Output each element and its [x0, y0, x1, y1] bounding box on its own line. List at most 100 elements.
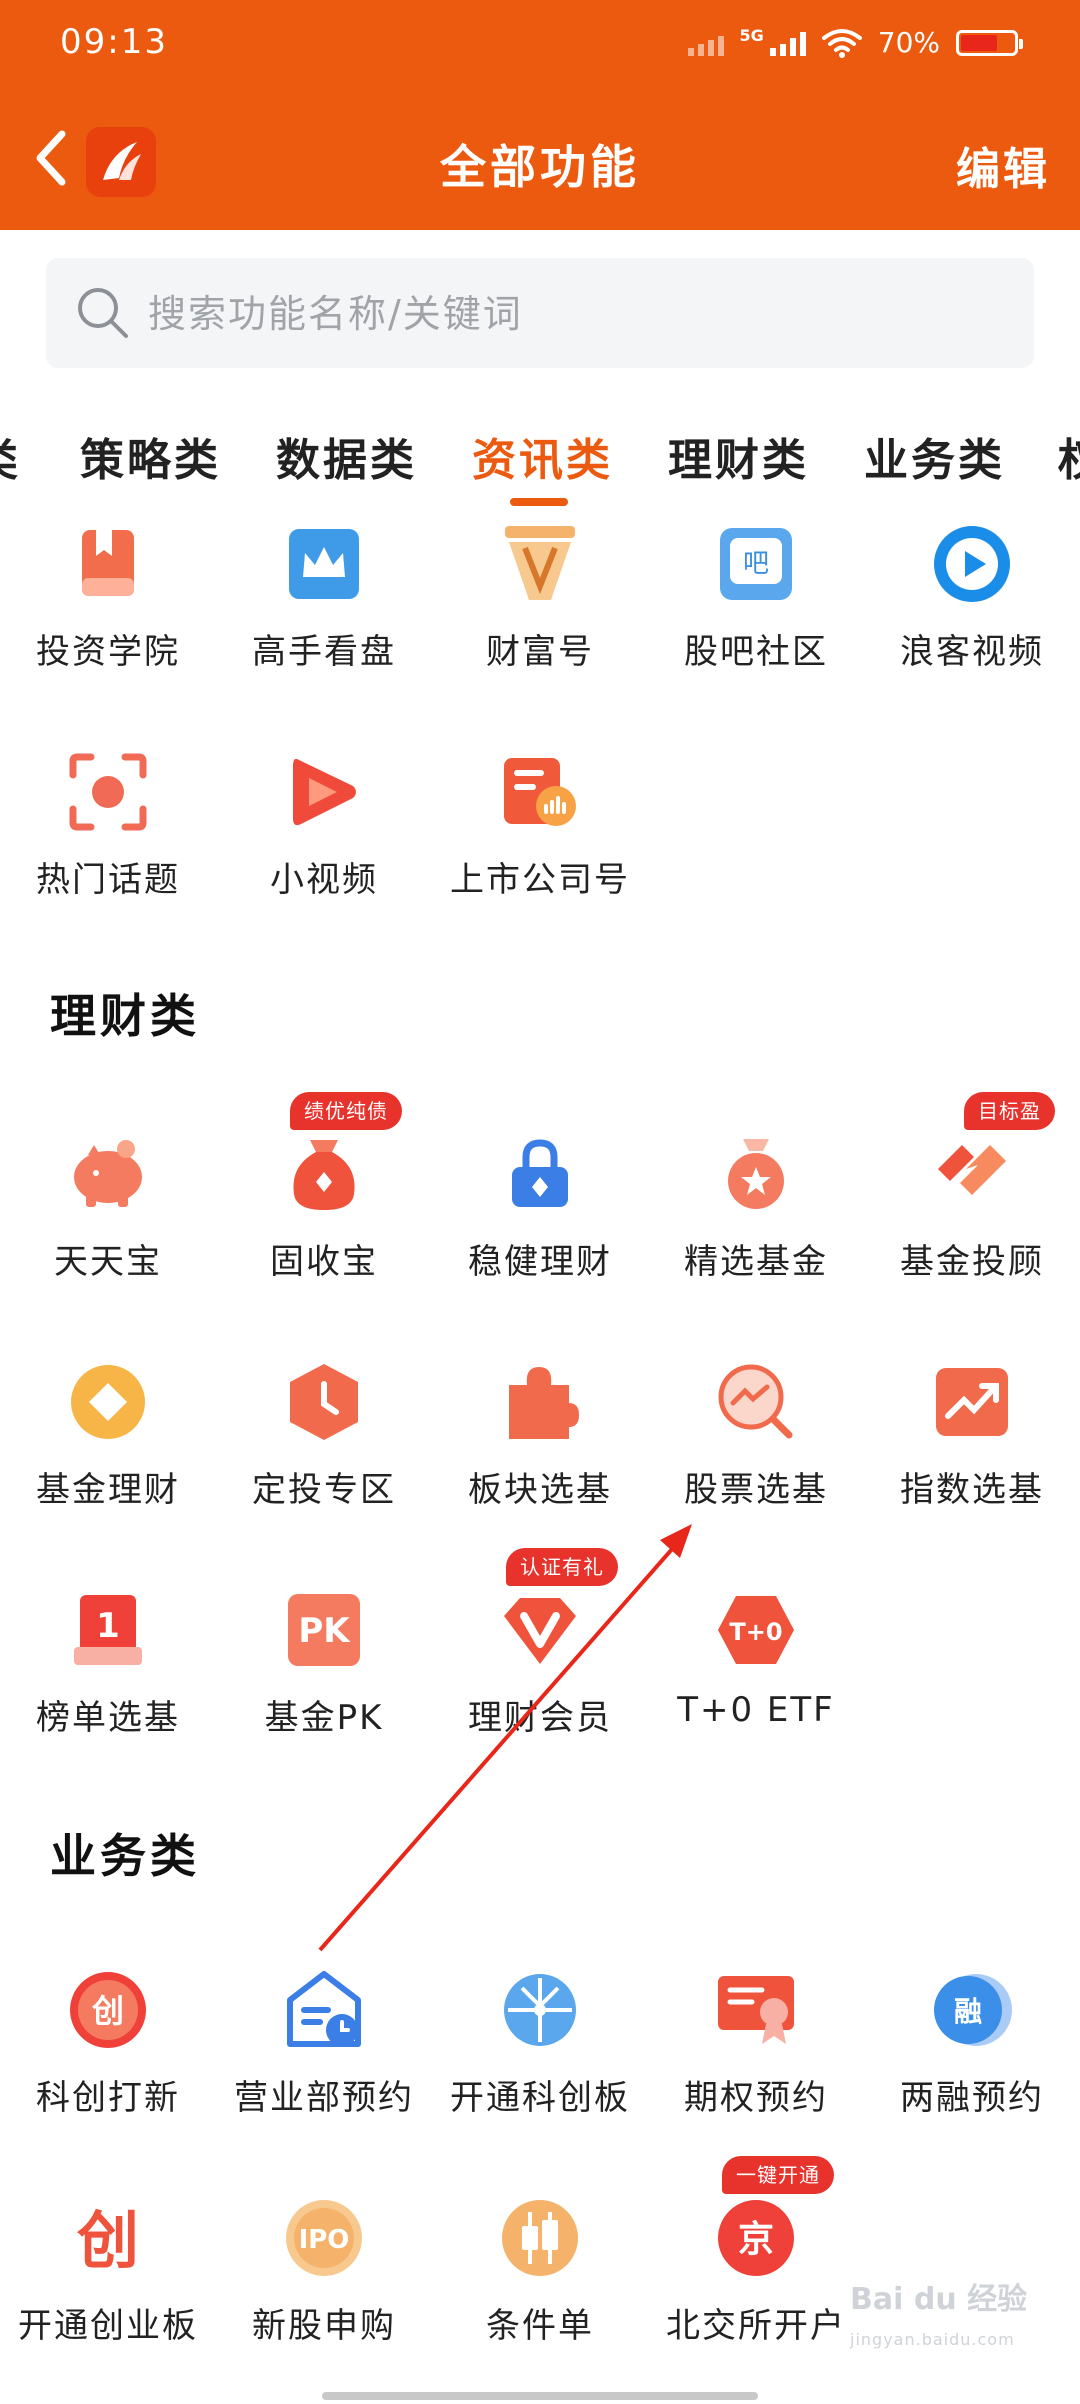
grid-label: 定投专区	[252, 1470, 396, 1510]
grid-label: 浪客视频	[900, 632, 1044, 672]
grid-item-selected-funds[interactable]: 精选基金	[648, 1134, 864, 1334]
grid-item-ranking-funds[interactable]: 1 榜单选基	[0, 1590, 216, 1790]
clock-hexagon-icon	[284, 1362, 364, 1442]
grid-item-margin-booking[interactable]: 融 两融预约	[864, 1970, 1080, 2170]
home-indicator[interactable]	[322, 2392, 758, 2400]
trend-chart-icon	[932, 1362, 1012, 1442]
chuang-text-icon: 创	[68, 2198, 148, 2278]
grid-label: 精选基金	[684, 1242, 828, 1282]
nav-bar: 全部功能 编辑	[0, 95, 1080, 225]
battery-icon	[956, 29, 1023, 56]
grid-item-investment-academy[interactable]: 投资学院	[0, 524, 216, 724]
active-tab-indicator	[510, 498, 568, 506]
grid-item-stock-forum[interactable]: 吧 股吧社区	[648, 524, 864, 724]
grid-item-gushoubao[interactable]: 绩优纯债 固收宝	[216, 1092, 432, 1334]
grid-item-auto-invest[interactable]: 定投专区	[216, 1362, 432, 1562]
tab-data[interactable]: 数据类	[276, 424, 417, 488]
circuit-globe-icon	[500, 1970, 580, 2050]
tab-news[interactable]: 资讯类	[472, 424, 613, 488]
grid-label: 指数选基	[900, 1470, 1044, 1510]
grid-item-fund-pk[interactable]: PK 基金PK	[216, 1590, 432, 1790]
grid-label: 固收宝	[270, 1242, 378, 1282]
grid-item-open-star-market[interactable]: 开通科创板	[432, 1970, 648, 2170]
grid-item-hot-topics[interactable]: 热门话题	[0, 752, 216, 952]
svg-text:创: 创	[91, 1992, 124, 2030]
grid-item-fund-wealth[interactable]: 基金理财	[0, 1362, 216, 1562]
grid-label: 新股申购	[252, 2306, 396, 2346]
search-input[interactable]	[146, 258, 1010, 370]
ba-chat-icon: 吧	[716, 524, 796, 604]
tab-business[interactable]: 业务类	[864, 424, 1005, 488]
grid-item-open-chinext[interactable]: 创 开通创业板	[0, 2198, 216, 2398]
grid-label: 北交所开户	[666, 2306, 846, 2346]
grid-item-langke-video[interactable]: 浪客视频	[864, 524, 1080, 724]
search-bar[interactable]	[46, 258, 1034, 370]
grid-item-branch-booking[interactable]: 营业部预约	[216, 1970, 432, 2170]
vip-diamond-icon	[500, 1590, 580, 1670]
tab-wealth[interactable]: 理财类	[668, 424, 809, 488]
grid-item-new-stock-subscribe[interactable]: IPO 新股申购	[216, 2198, 432, 2398]
grid-label: 营业部预约	[234, 2078, 414, 2118]
grid-label: 板块选基	[468, 1470, 612, 1510]
grid-item-stock-funds[interactable]: 股票选基	[648, 1362, 864, 1562]
signal-strength-icon	[769, 30, 806, 56]
pen-nib-icon	[500, 524, 580, 604]
grid-item-index-funds[interactable]: 指数选基	[864, 1362, 1080, 1562]
grid-item-star-ipo[interactable]: 创 科创打新	[0, 1970, 216, 2170]
rong-circle-icon: 融	[932, 1970, 1012, 2050]
grid-label: 开通科创板	[450, 2078, 630, 2118]
signal-weak-icon	[687, 30, 724, 56]
svg-text:京: 京	[738, 2218, 774, 2260]
status-indicators: 5G 70%	[687, 26, 1023, 59]
grid-label: 投资学院	[36, 632, 180, 672]
grid-item-t0-etf[interactable]: T+0 T+0 ETF	[648, 1590, 864, 1790]
wifi-icon	[821, 28, 862, 58]
tab-strategy[interactable]: 策略类	[80, 424, 221, 488]
grid-label: 高手看盘	[252, 632, 396, 672]
grid-item-listed-company[interactable]: 上市公司号	[432, 752, 648, 952]
promo-badge: 一键开通	[722, 2156, 834, 2194]
grid-item-options-booking[interactable]: 期权预约	[648, 1970, 864, 2170]
grid-label: 开通创业板	[18, 2306, 198, 2346]
grid-label: 上市公司号	[450, 860, 630, 900]
promo-badge: 目标盈	[964, 1092, 1055, 1130]
grid-item-short-video[interactable]: 小视频	[216, 752, 432, 952]
svg-text:IPO: IPO	[299, 2225, 350, 2255]
grid-label: 稳健理财	[468, 1242, 612, 1282]
category-tabs: 类 策略类 数据类 资讯类 理财类 业务类 权	[0, 400, 1080, 510]
svg-text:创: 创	[77, 2204, 139, 2277]
app-header: 09:13 5G 70% 全部功能 编辑	[0, 0, 1080, 230]
grid-item-wealth-member[interactable]: 认证有礼 理财会员	[432, 1548, 648, 1790]
grid-item-sector-funds[interactable]: 板块选基	[432, 1362, 648, 1562]
grid-label: 财富号	[486, 632, 594, 672]
play-triangle-icon	[284, 752, 364, 832]
battery-level	[961, 34, 997, 51]
watermark-sub: jingyan.baidu.com	[850, 2330, 1015, 2349]
grid-item-stable-wealth[interactable]: 稳健理财	[432, 1134, 648, 1334]
grid-label: 基金PK	[264, 1698, 384, 1738]
baidu-watermark: Bai du 经验 jingyan.baidu.com	[850, 2280, 1070, 2380]
jing-circle-icon: 京	[716, 2198, 796, 2278]
grid-item-conditional-order[interactable]: 条件单	[432, 2198, 648, 2398]
grid-item-expert-market[interactable]: 高手看盘	[216, 524, 432, 724]
tab-partial-left[interactable]: 类	[0, 424, 21, 488]
edit-button[interactable]: 编辑	[956, 133, 1050, 197]
medal-star-icon	[716, 1134, 796, 1214]
rank-one-icon: 1	[68, 1590, 148, 1670]
grid-label: 理财会员	[468, 1698, 612, 1738]
grid-item-fund-advisor[interactable]: 目标盈 基金投顾	[864, 1092, 1080, 1334]
grid-label: 热门话题	[36, 860, 180, 900]
promo-badge: 认证有礼	[506, 1548, 618, 1586]
grid-item-tiantianbao[interactable]: 天天宝	[0, 1134, 216, 1334]
grid-label: 科创打新	[36, 2078, 180, 2118]
candlestick-icon	[500, 2198, 580, 2278]
grid-label: 条件单	[486, 2306, 594, 2346]
money-bag-icon	[284, 1134, 364, 1214]
tab-partial-right[interactable]: 权	[1058, 424, 1080, 488]
grid-item-wealth-account[interactable]: 财富号	[432, 524, 648, 724]
section-title-wealth: 理财类	[50, 989, 200, 1043]
svg-text:1: 1	[96, 1606, 120, 1646]
grid-item-bse-account[interactable]: 一键开通 京 北交所开户	[648, 2156, 864, 2398]
book-icon	[68, 524, 148, 604]
diamond-coin-icon	[68, 1362, 148, 1442]
